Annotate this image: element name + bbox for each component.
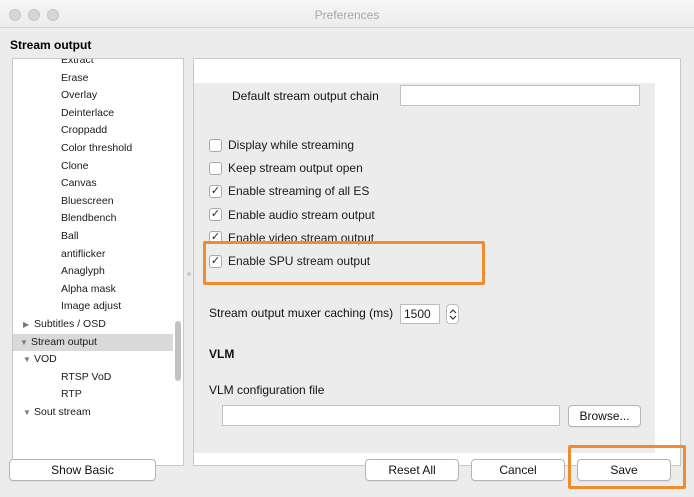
tree-item[interactable]: Blendbench bbox=[13, 210, 173, 227]
window-title: Preferences bbox=[314, 8, 380, 22]
muxer-caching-stepper[interactable] bbox=[446, 304, 459, 324]
tree-item[interactable]: Canvas bbox=[13, 175, 173, 192]
tree-item-label: RTSP VoD bbox=[61, 370, 112, 383]
preferences-body: Stream output ▼ Sout stream RTP RTSP VoD ▼ VO… bbox=[0, 28, 694, 497]
vlm-config-input[interactable] bbox=[222, 405, 560, 426]
title-bar: Preferences bbox=[0, 0, 694, 28]
triangle-down-icon[interactable]: ▼ bbox=[20, 334, 31, 351]
tree-item[interactable]: RTSP VoD bbox=[13, 369, 173, 386]
checkbox-row[interactable]: Keep stream output open bbox=[209, 159, 363, 177]
tree-item-label: Anaglyph bbox=[61, 265, 105, 278]
triangle-down-icon[interactable]: ▼ bbox=[23, 404, 34, 421]
check-icon: ✓ bbox=[210, 208, 221, 221]
tree-item-label: RTP bbox=[61, 388, 82, 401]
vlm-config-label: VLM configuration file bbox=[209, 383, 325, 397]
checkbox-label: Enable SPU stream output bbox=[228, 254, 371, 268]
checkbox[interactable]: ✓ bbox=[209, 184, 222, 198]
section-title: Stream output bbox=[10, 38, 92, 52]
splitter-handle[interactable] bbox=[187, 272, 191, 276]
checkbox-row[interactable]: ✓ Enable SPU stream output bbox=[209, 252, 370, 270]
cancel-button[interactable]: Cancel bbox=[471, 459, 565, 481]
tree-item[interactable]: Ball bbox=[13, 228, 173, 245]
tree-item-label: VOD bbox=[34, 353, 57, 366]
checkbox[interactable]: ✓ bbox=[209, 231, 222, 245]
triangle-right-icon[interactable]: ▶ bbox=[23, 316, 34, 333]
tree-item[interactable]: Extract bbox=[13, 58, 173, 69]
settings-panel: Default stream output chain Display whil… bbox=[193, 58, 681, 466]
browse-button[interactable]: Browse... bbox=[568, 405, 641, 427]
tree-item[interactable]: Anaglyph bbox=[13, 263, 173, 280]
tree-item[interactable]: RTP bbox=[13, 386, 173, 403]
tree-scrollbar[interactable] bbox=[175, 321, 181, 381]
tree-item[interactable]: Image adjust bbox=[13, 298, 173, 315]
settings-content: Default stream output chain Display whil… bbox=[194, 83, 655, 453]
checkbox-row[interactable]: ✓ Enable streaming of all ES bbox=[209, 182, 369, 200]
tree-item-label: Canvas bbox=[61, 177, 97, 190]
checkbox[interactable] bbox=[209, 138, 222, 152]
tree-item[interactable]: antiflicker bbox=[13, 246, 173, 263]
check-icon: ✓ bbox=[210, 184, 221, 197]
tree-item[interactable]: ▶ Subtitles / OSD bbox=[13, 316, 173, 333]
checkbox-row[interactable]: ✓ Enable video stream output bbox=[209, 229, 374, 247]
checkbox[interactable]: ✓ bbox=[209, 254, 222, 268]
tree-item-label: Image adjust bbox=[61, 300, 122, 313]
muxer-caching-label: Stream output muxer caching (ms) bbox=[209, 306, 394, 320]
tree-item[interactable]: Clone bbox=[13, 158, 173, 175]
tree-item[interactable]: ▼ Sout stream bbox=[13, 404, 173, 421]
tree-item-label: Blendbench bbox=[61, 212, 117, 225]
checkbox-label: Enable video stream output bbox=[228, 230, 375, 245]
tree-item[interactable]: Color threshold bbox=[13, 140, 173, 157]
checkbox-row[interactable]: Display while streaming bbox=[209, 136, 354, 154]
category-tree[interactable]: ▼ Sout stream RTP RTSP VoD ▼ VOD ▼ Stream outpu… bbox=[12, 58, 184, 466]
checkbox[interactable] bbox=[209, 161, 222, 175]
tree-item[interactable]: Erase bbox=[13, 70, 173, 87]
check-icon: ✓ bbox=[210, 231, 221, 244]
tree-item-label: Bluescreen bbox=[61, 194, 114, 207]
default-chain-input[interactable] bbox=[400, 85, 640, 106]
tree-item[interactable]: Croppadd bbox=[13, 122, 173, 139]
checkbox-label: Enable audio stream output bbox=[228, 207, 375, 222]
tree-item-label: Subtitles / OSD bbox=[34, 318, 106, 330]
tree-item-label: Clone bbox=[61, 159, 89, 172]
check-icon: ✓ bbox=[210, 254, 221, 267]
tree-item[interactable]: Overlay bbox=[13, 87, 173, 104]
tree-item[interactable]: ▼ Stream output bbox=[13, 333, 173, 351]
reset-all-button[interactable]: Reset All bbox=[365, 459, 459, 481]
checkbox-label: Keep stream output open bbox=[228, 161, 363, 176]
tree-item[interactable]: Alpha mask bbox=[13, 281, 173, 298]
default-chain-label: Default stream output chain bbox=[232, 89, 379, 103]
tree-item-label: Sout stream bbox=[34, 406, 91, 418]
tree-item-label: Ball bbox=[61, 230, 79, 242]
tree-item[interactable]: Bluescreen bbox=[13, 193, 173, 210]
tree-item-label: Croppadd bbox=[61, 124, 108, 137]
stepper-icon bbox=[449, 309, 457, 320]
tree-item-label: Erase bbox=[61, 71, 89, 84]
show-basic-button[interactable]: Show Basic bbox=[9, 459, 156, 481]
checkbox-row[interactable]: ✓ Enable audio stream output bbox=[209, 206, 375, 224]
checkbox[interactable]: ✓ bbox=[209, 208, 222, 222]
tree-item-label: Extract bbox=[61, 58, 94, 66]
tree-item[interactable]: Deinterlace bbox=[13, 105, 173, 122]
muxer-caching-input[interactable]: 1500 bbox=[400, 304, 440, 324]
vlm-heading: VLM bbox=[209, 347, 235, 361]
tree-item-label: Stream output bbox=[31, 335, 97, 348]
save-button[interactable]: Save bbox=[577, 459, 671, 481]
checkbox-label: Display while streaming bbox=[228, 138, 355, 152]
tree-item-label: Color threshold bbox=[61, 142, 133, 154]
tree-item-label: Deinterlace bbox=[61, 106, 115, 119]
tree-item-label: Overlay bbox=[61, 89, 98, 102]
tree-item-label: Alpha mask bbox=[61, 282, 116, 295]
tree-item-label: antiflicker bbox=[61, 247, 106, 260]
checkbox-label: Enable streaming of all ES bbox=[228, 184, 370, 199]
tree-item[interactable]: ▼ VOD bbox=[13, 351, 173, 368]
triangle-down-icon[interactable]: ▼ bbox=[23, 351, 34, 368]
